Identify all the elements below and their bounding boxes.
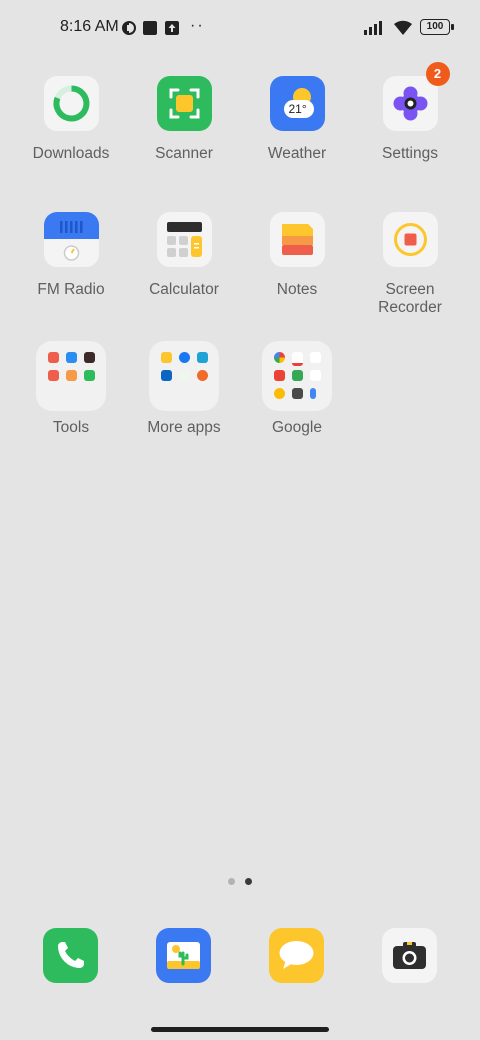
camera-icon xyxy=(393,942,426,969)
more-notifications-icon: ·· xyxy=(190,17,205,34)
fm-radio-icon xyxy=(43,212,99,267)
upload-icon xyxy=(165,21,179,35)
folder-google[interactable]: Google xyxy=(241,341,353,437)
app-notes[interactable]: Notes xyxy=(241,212,353,299)
battery-icon: 100 xyxy=(420,19,454,35)
page-dot-2-active[interactable] xyxy=(245,878,252,885)
downloads-icon xyxy=(43,76,99,131)
notes-icon xyxy=(269,212,325,267)
app-scanner[interactable]: Scanner xyxy=(128,76,240,163)
status-time: 8:16 AM xyxy=(60,18,119,35)
app-downloads[interactable]: Downloads xyxy=(15,76,127,163)
app-fm-radio[interactable]: FM Radio xyxy=(15,212,127,299)
folder-tools[interactable]: Tools xyxy=(15,341,127,437)
messages-icon xyxy=(279,941,314,969)
folder-label: Tools xyxy=(52,419,90,436)
page-dot-1[interactable] xyxy=(228,878,235,885)
wifi-icon xyxy=(394,20,412,35)
gallery-icon xyxy=(167,942,200,969)
status-bar: 8:16 AM ·· 100 xyxy=(0,0,480,56)
app-label: Settings xyxy=(381,145,438,162)
notification-badge: 2 xyxy=(425,62,450,86)
screen-recorder-icon xyxy=(382,212,438,267)
app-label: Weather xyxy=(267,145,327,162)
app-label: Calculator xyxy=(149,281,219,298)
app-settings[interactable]: 2 Settings xyxy=(354,62,466,163)
phone-icon xyxy=(58,942,84,968)
settings-icon xyxy=(382,76,438,131)
app-screen-recorder[interactable]: Screen Recorder xyxy=(354,212,466,317)
weather-icon: 21° xyxy=(269,76,325,131)
folder-more-apps[interactable]: More apps xyxy=(128,341,240,437)
dock-phone[interactable] xyxy=(43,928,98,983)
folder-label: More apps xyxy=(147,419,221,436)
app-label: Screen Recorder xyxy=(378,281,442,316)
more-apps-folder-icon xyxy=(149,341,219,411)
status-right: 100 xyxy=(364,18,454,36)
app-calculator[interactable]: Calculator xyxy=(128,212,240,299)
app-weather[interactable]: 21° Weather xyxy=(241,76,353,163)
dock-camera[interactable] xyxy=(382,928,437,983)
weather-temp: 21° xyxy=(288,102,307,116)
app-label: Scanner xyxy=(155,145,213,162)
home-indicator[interactable] xyxy=(151,1027,329,1032)
app-label: Notes xyxy=(276,281,318,298)
scanner-icon xyxy=(156,76,212,131)
tools-folder-icon xyxy=(36,341,106,411)
dock-messages[interactable] xyxy=(269,928,324,983)
signal-icon xyxy=(364,21,382,35)
calculator-icon xyxy=(156,212,212,267)
data-saver-icon xyxy=(122,21,136,35)
folder-label: Google xyxy=(272,419,322,436)
notification-square-icon xyxy=(143,21,157,35)
dock-gallery[interactable] xyxy=(156,928,211,983)
page-indicator[interactable] xyxy=(228,878,252,885)
google-folder-icon xyxy=(262,341,332,411)
app-label: FM Radio xyxy=(37,281,105,298)
app-label: Downloads xyxy=(32,145,110,162)
